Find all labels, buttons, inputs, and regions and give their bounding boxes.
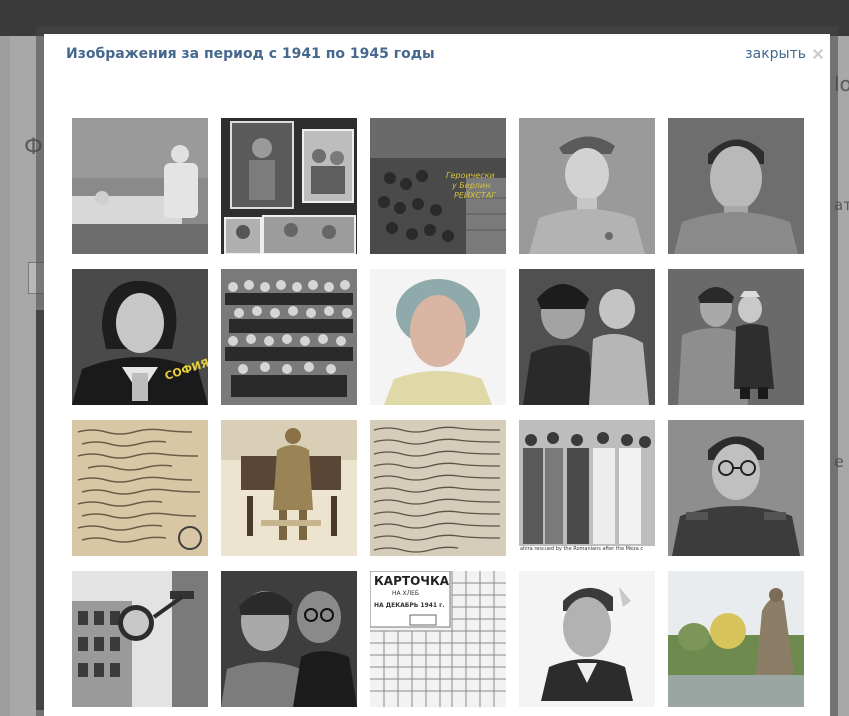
photo-20-image — [668, 571, 804, 707]
photo-17-image — [221, 571, 357, 707]
photo-thumbnail-5[interactable] — [668, 118, 804, 254]
photo-thumbnail-13[interactable] — [370, 420, 506, 556]
photo-thumbnail-12[interactable] — [221, 420, 357, 556]
photo-1-image — [72, 118, 208, 254]
photo-5-image — [668, 118, 804, 254]
photo-thumbnail-11[interactable] — [72, 420, 208, 556]
photo-thumbnail-20[interactable] — [668, 571, 804, 707]
photo-18-caption-title: КАРТОЧКА — [374, 574, 450, 588]
close-label[interactable]: закрыть — [745, 46, 806, 62]
background-text-fragment: Ф — [24, 135, 43, 160]
photo-thumbnail-6[interactable]: СОФИЯ — [72, 269, 208, 405]
photo-3-caption-line-3: РЕЙХСТАГ — [454, 191, 496, 200]
background-text-fragment: ат — [834, 196, 849, 214]
photo-14-caption: ahira rescued by the Romanians after the… — [520, 546, 644, 552]
photo-grid: Героически у Берлин РЕЙХСТАГ СОФИЯ ahira… — [72, 118, 804, 707]
photo-thumbnail-9[interactable] — [519, 269, 655, 405]
photo-13-image — [370, 420, 506, 556]
photo-10-image — [668, 269, 804, 405]
photo-18-image — [370, 571, 506, 707]
photo-thumbnail-4[interactable] — [519, 118, 655, 254]
modal-title: Изображения за период с 1941 по 1945 год… — [66, 46, 435, 62]
background-text-fragment: е — [834, 452, 844, 471]
photo-thumbnail-10[interactable] — [668, 269, 804, 405]
photo-11-image — [72, 420, 208, 556]
photo-19-image — [519, 571, 655, 707]
photo-18-caption-line-3: НА ДЕКАБРЬ 1941 г. — [374, 602, 445, 609]
photo-thumbnail-7[interactable] — [221, 269, 357, 405]
photo-6-image — [72, 269, 208, 405]
close-button[interactable]: закрыть — [745, 46, 824, 62]
photo-thumbnail-17[interactable] — [221, 571, 357, 707]
photo-18-caption-line-2: НА ХЛЕБ — [392, 590, 420, 597]
background-bar — [36, 310, 44, 710]
photo-thumbnail-18[interactable]: КАРТОЧКА НА ХЛЕБ НА ДЕКАБРЬ 1941 г. — [370, 571, 506, 707]
photo-2-image — [221, 118, 357, 254]
photo-8-image — [370, 269, 506, 405]
photo-3-caption-line-1: Героически — [446, 171, 495, 180]
photo-thumbnail-1[interactable] — [72, 118, 208, 254]
photo-7-image — [221, 269, 357, 405]
photo-3-caption-line-2: у Берлин — [452, 181, 491, 190]
photo-thumbnail-2[interactable] — [221, 118, 357, 254]
photo-9-image — [519, 269, 655, 405]
photo-15-image — [668, 420, 804, 556]
photo-12-image — [221, 420, 357, 556]
image-gallery-modal: Изображения за период с 1941 по 1945 год… — [44, 34, 830, 716]
photo-thumbnail-15[interactable] — [668, 420, 804, 556]
photo-thumbnail-3[interactable]: Героически у Берлин РЕЙХСТАГ — [370, 118, 506, 254]
photo-thumbnail-8[interactable] — [370, 269, 506, 405]
photo-16-image — [72, 571, 208, 707]
photo-4-image — [519, 118, 655, 254]
photo-14-image — [519, 420, 655, 556]
photo-thumbnail-14[interactable]: ahira rescued by the Romanians after the… — [519, 420, 655, 556]
background-text-fragment: lo — [834, 72, 849, 96]
photo-thumbnail-19[interactable] — [519, 571, 655, 707]
close-icon[interactable] — [812, 48, 824, 60]
photo-thumbnail-16[interactable] — [72, 571, 208, 707]
